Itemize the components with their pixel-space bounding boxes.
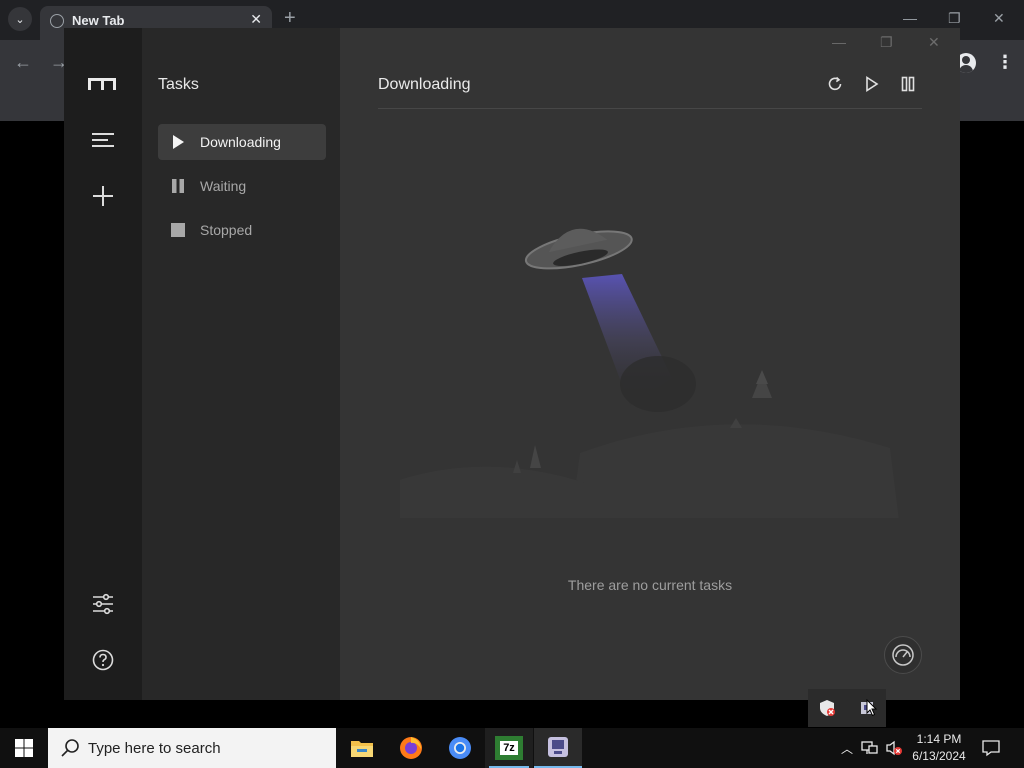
speed-meter-icon[interactable] [884,636,922,674]
network-icon[interactable] [861,728,879,768]
back-icon[interactable]: ← [14,52,32,73]
refresh-icon[interactable] [823,72,847,96]
icon-rail [64,28,142,700]
close-tab-icon[interactable]: ✕ [250,11,262,28]
new-tab-button[interactable]: + [284,7,296,30]
app-maximize-icon[interactable]: ❐ [880,34,893,51]
browser-close-icon[interactable]: ✕ [993,10,1005,27]
pause-all-icon[interactable] [896,72,920,96]
motrix-window: Tasks Downloading Waiting Stopped — ❐ ✕ … [64,28,960,700]
mouse-cursor-icon [866,699,878,717]
clock-time: 1:14 PM [916,732,962,746]
ufo-illustration [400,228,899,518]
subnav-title: Tasks [158,76,199,93]
windows-taskbar: Type here to search 7z ︿ 1:14 PM 6/13/20… [0,728,1024,768]
search-icon [61,739,79,757]
search-placeholder: Type here to search [88,739,221,757]
globe-icon [50,14,64,28]
nav-item-label: Downloading [200,134,281,150]
motrix-logo [88,78,116,90]
chrome-icon[interactable] [436,728,484,768]
tray-overflow-popup [808,689,886,727]
volume-muted-icon[interactable] [885,728,903,768]
title-divider [378,108,922,109]
nav-item-label: Waiting [200,178,247,194]
show-hidden-icons[interactable]: ︿ [838,728,856,768]
page-title: Downloading [378,76,471,93]
play-icon [173,135,184,149]
more-menu-icon[interactable]: ⋮ [996,52,1014,73]
taskbar-clock[interactable]: 1:14 PM 6/13/2024 [904,731,974,765]
browser-minimize-icon[interactable]: — [903,10,917,26]
tasks-subnav: Tasks Downloading Waiting Stopped [142,28,340,700]
security-alert-icon[interactable] [818,699,836,717]
7zip-icon[interactable]: 7z [485,728,533,768]
notifications-icon[interactable] [982,728,1000,768]
menu-icon[interactable] [83,120,123,160]
stop-icon [171,223,185,237]
nav-item-waiting[interactable]: Waiting [158,168,326,204]
main-panel: — ❐ ✕ Downloading There are no current t… [340,28,960,700]
app-close-icon[interactable]: ✕ [928,34,940,51]
browser-tab-title: New Tab [72,13,125,28]
pause-icon [172,179,184,193]
firefox-icon[interactable] [387,728,435,768]
nav-item-label: Stopped [200,222,253,238]
app-minimize-icon[interactable]: — [832,34,846,50]
tab-search-icon[interactable]: ⌄ [8,7,32,31]
add-task-icon[interactable] [83,176,123,216]
taskbar-search-box[interactable]: Type here to search [48,728,336,768]
resume-all-icon[interactable] [860,72,884,96]
preferences-icon[interactable] [83,584,123,624]
empty-state-message: There are no current tasks [567,577,733,593]
nav-item-stopped[interactable]: Stopped [158,212,326,248]
help-icon[interactable] [83,640,123,680]
file-explorer-icon[interactable] [338,728,386,768]
nav-item-downloading[interactable]: Downloading [158,124,326,160]
7zip-label: 7z [500,741,518,755]
clock-date: 6/13/2024 [912,749,966,763]
windows-logo-icon [15,739,33,757]
windows-start-button[interactable] [0,728,48,768]
motrix-taskbar-icon[interactable] [534,728,582,768]
browser-restore-icon[interactable]: ❐ [948,10,961,27]
